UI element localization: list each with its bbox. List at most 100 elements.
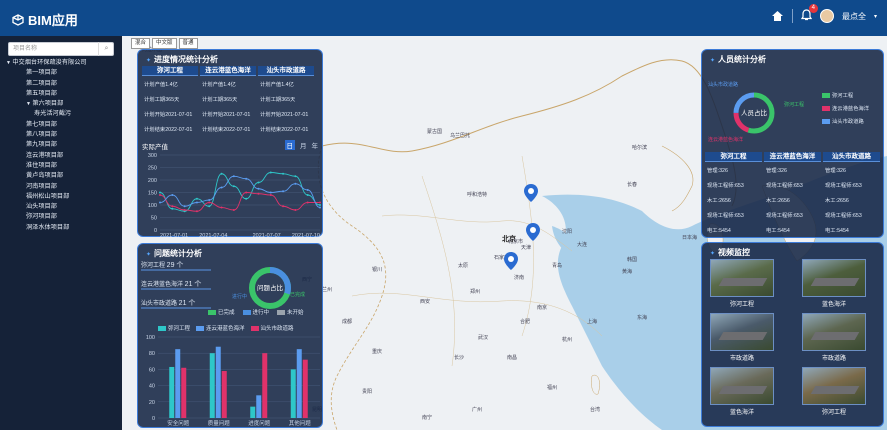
data-point <box>171 194 174 196</box>
map-label: 太原 <box>458 263 469 269</box>
data-point <box>294 209 297 211</box>
x-tick-label: 进度问题 <box>248 419 271 427</box>
data-point <box>171 205 174 208</box>
legend-swatch <box>158 325 166 331</box>
y-tick-label: 40 <box>149 384 155 390</box>
project-tree: ▼ 中交烟台环保疏浚有限公司 第一项目部 第二项目部 第五项目部 ▼ 第六项目部 寿光活河… <box>6 58 120 233</box>
progress-cell: 计划工期365天 <box>202 97 238 103</box>
period-tab[interactable]: 年 <box>312 140 319 150</box>
location-pin-icon[interactable] <box>526 223 540 241</box>
legend-label: 连云港蓝色海洋 <box>832 106 870 112</box>
period-tab[interactable]: 月 <box>300 140 307 150</box>
map-label: 郑州 <box>470 289 481 295</box>
tree-item[interactable]: 淮住项目部 <box>6 161 120 171</box>
tree-item[interactable]: 洞泽水体项目部 <box>6 223 120 233</box>
panel-title: 视频监控 <box>710 247 750 258</box>
tree-item[interactable]: 寿光活河截污 <box>6 109 120 119</box>
tree-item[interactable]: 福州松山项目部 <box>6 192 120 202</box>
legend-label: 汕头市政道路 <box>832 119 864 125</box>
legend-swatch <box>822 105 830 111</box>
video-preview <box>810 332 860 340</box>
y-tick-label: 20 <box>149 400 155 406</box>
data-point <box>232 175 235 178</box>
video-thumbnail[interactable] <box>710 259 774 297</box>
legend-swatch <box>277 309 286 315</box>
data-point <box>245 191 248 194</box>
legend-swatch <box>208 309 216 315</box>
staff-column-header: 汕头市政道路 <box>823 152 880 162</box>
data-point <box>220 172 223 175</box>
bar <box>181 367 187 418</box>
map-tab[interactable]: 普通 <box>178 38 198 49</box>
period-tab[interactable]: 日 <box>284 140 295 150</box>
video-preview <box>810 386 860 394</box>
tree-item-label: 中交烟台环保疏浚有限公司 <box>12 59 87 66</box>
tree-item[interactable]: 第八项目部 <box>6 130 120 140</box>
video-thumbnail[interactable] <box>802 259 866 297</box>
period-tabs: 日月年 <box>284 140 319 150</box>
tree-item[interactable]: 弥河项目部 <box>6 212 120 222</box>
problems-panel: 问题统计分析 弥河工程 29 个连云港蓝色海洋 21 个汕头市政道路 21 个 … <box>137 243 323 428</box>
data-point <box>195 201 198 204</box>
series-line <box>159 192 320 212</box>
tree-item[interactable]: 第一项目部 <box>6 68 120 78</box>
home-icon[interactable] <box>771 10 784 22</box>
tree-item[interactable]: ▼ 第六项目部 <box>6 99 120 109</box>
data-point <box>159 191 161 194</box>
tree-item[interactable]: ▼ 中交烟台环保疏浚有限公司 <box>6 58 120 68</box>
tree-item[interactable]: 第二项目部 <box>6 79 120 89</box>
map-label: 贵阳 <box>362 389 373 395</box>
y-tick-label: 200 <box>148 178 157 184</box>
map-label: 南宁 <box>422 415 433 421</box>
video-thumbnail[interactable] <box>802 367 866 405</box>
app-logo[interactable]: BIM应用 <box>12 10 78 29</box>
tree-item[interactable]: 河南项目部 <box>6 182 120 192</box>
y-tick-label: 300 <box>148 153 157 159</box>
tree-item[interactable]: 连云港项目部 <box>6 151 120 161</box>
video-thumbnail[interactable] <box>710 367 774 405</box>
legend-label: 汕头市政道路 <box>260 326 294 332</box>
location-pin-icon[interactable] <box>504 252 518 270</box>
map-label: 成都 <box>342 319 353 325</box>
bar <box>262 353 268 418</box>
staff-cell: 木工:2656 <box>766 198 790 204</box>
avatar[interactable] <box>819 9 834 23</box>
video-thumbnail[interactable] <box>710 313 774 351</box>
notification-button[interactable]: 4 <box>800 4 818 23</box>
legend-item: 汕头市政道路 <box>250 324 294 332</box>
staff-legend: 弥河工程 连云港蓝色海洋 汕头市政道路 <box>822 91 869 130</box>
tree-item[interactable]: 第五项目部 <box>6 89 120 99</box>
video-thumbnail[interactable] <box>802 313 866 351</box>
bar <box>209 353 215 418</box>
progress-column-header: 弥河工程 <box>142 66 198 76</box>
location-pin-icon[interactable] <box>524 184 538 202</box>
donut-center-label: 问题占比 <box>257 283 284 292</box>
map-tab[interactable]: 混合 <box>131 38 151 49</box>
bar <box>169 366 175 418</box>
map-tab[interactable]: 中文版 <box>152 38 177 49</box>
map-label: 北京市 <box>508 239 524 245</box>
tree-item[interactable]: 汕头项目部 <box>6 202 120 212</box>
data-point <box>183 209 186 211</box>
user-name[interactable]: 最点全 <box>842 11 866 22</box>
legend-item: 汕头市政道路 <box>822 117 869 125</box>
video-preview <box>718 278 768 286</box>
search-icon[interactable]: ⌕ <box>98 42 114 56</box>
problem-count: 29 个 <box>166 262 184 269</box>
tree-item[interactable]: 黄卢岛项目部 <box>6 171 120 181</box>
data-point <box>208 201 211 204</box>
legend-item: 未开始 <box>277 308 304 316</box>
video-panel: 视频监控 弥河工程蓝色海洋市政道路市政道路蓝色海洋弥河工程 <box>701 242 884 427</box>
bar <box>221 371 227 418</box>
tree-item[interactable]: 第九项目部 <box>6 140 120 150</box>
progress-bar <box>141 307 211 309</box>
chevron-down-icon[interactable]: ▾ <box>874 13 877 20</box>
map-label: 南昌 <box>507 355 518 361</box>
x-tick-label: 2021-07-10 <box>292 233 320 238</box>
bar <box>302 359 308 418</box>
cube-icon <box>12 14 24 26</box>
map-label: 长沙 <box>454 355 465 361</box>
tree-item[interactable]: 第七项目部 <box>6 120 120 130</box>
y-tick-label: 250 <box>148 166 157 172</box>
staff-cell: 电工:5454 <box>766 228 790 234</box>
